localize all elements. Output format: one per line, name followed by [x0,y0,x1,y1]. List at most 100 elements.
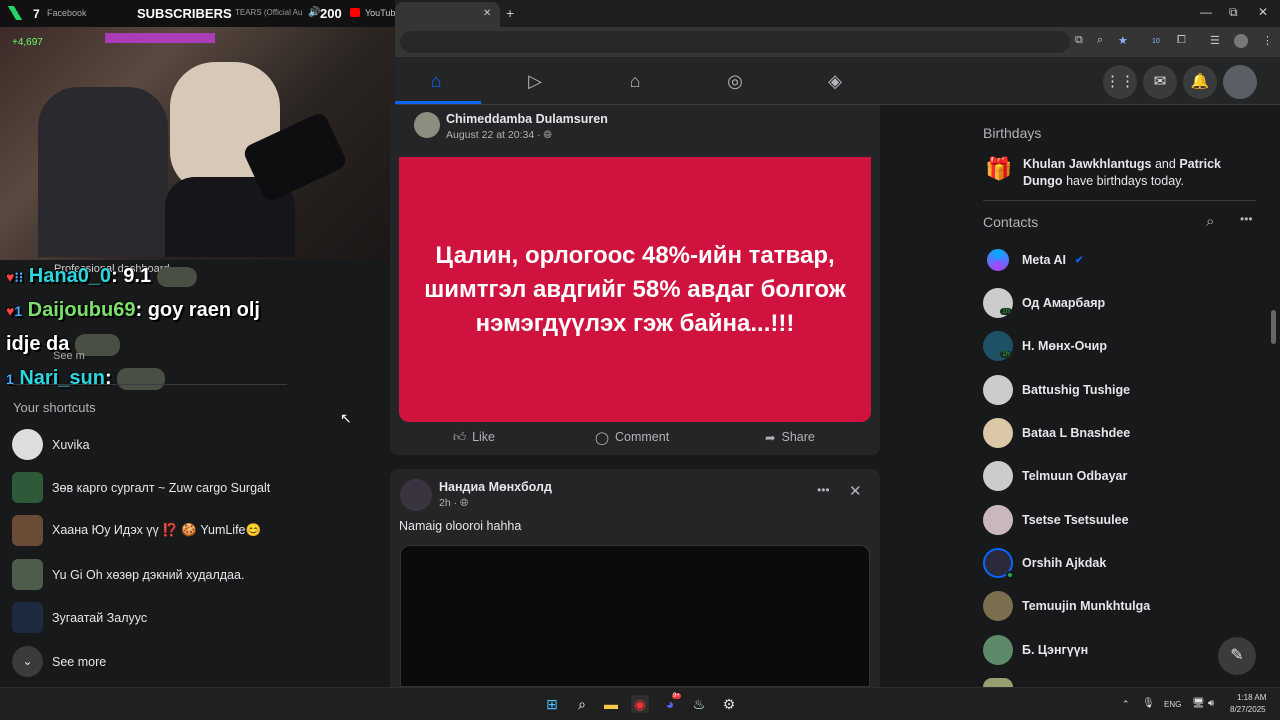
stream-top-bar: 7 Facebook SUBSCRIBERS TEARS (Official A… [0,0,400,27]
close-window-button[interactable]: ✕ [1258,5,1268,19]
tab-count: 7 [33,7,40,21]
chat-message: goy raen olj [147,299,260,321]
windows-start-icon[interactable]: ⊞ [543,695,561,713]
contact-avatar [983,375,1013,405]
account-avatar[interactable] [1223,65,1257,99]
comment-button[interactable]: ◯ Comment [595,430,669,445]
clock-date[interactable]: 8/27/2025 [1230,705,1266,714]
like-button[interactable]: 👍︎ Like [453,430,495,445]
shortcut-item[interactable]: Yu Gi Oh хөзөр дэкний худалдаа. [12,559,244,590]
streamer-webcam-image: +4,697 [0,27,395,260]
post-author-name[interactable]: Chimeddamba Dulamsuren [446,112,608,126]
contact-item[interactable]: Tsetse Tsetsuulee [983,505,1129,535]
chat-line: ♥⁝⁝ Hana0_0: 9.1 [6,265,197,288]
network-icon[interactable]: 🖥︎ [1192,698,1205,709]
app-icon[interactable]: ⚙ [720,695,738,713]
see-more-button[interactable]: ⌄ See more [12,646,106,677]
post-author-avatar[interactable] [414,112,440,138]
meta-ai-icon [983,245,1013,275]
share-label: Share [781,430,815,444]
active-tab-indicator [395,101,481,104]
chat-username: Nari_sun [19,367,105,389]
steam-icon[interactable]: ♨ [690,695,708,713]
post-author-name[interactable]: Нандиа Мөнхболд [439,480,552,494]
language-indicator[interactable]: ENG [1164,700,1181,709]
birthday-notice[interactable]: Khulan Jawkhlantugs and Patrick Dungo ha… [1023,156,1263,190]
new-message-icon[interactable]: ✎ [1218,637,1256,675]
tab-facebook-label[interactable]: Facebook [47,8,87,18]
divider [983,200,1256,201]
post-timestamp[interactable]: 2h · 🌐︎ [439,497,468,510]
notifications-bell-icon[interactable]: 🔔 [1183,65,1217,99]
verified-badge-icon: ✔ [1075,254,1084,266]
contact-name: Telmuun Odbayar [1022,469,1128,483]
contact-name: Bataa L Bnashdee [1022,426,1131,440]
see-more-overlap: See m [53,350,85,362]
file-explorer-icon[interactable]: ▬ [602,695,620,713]
shortcut-item[interactable]: Xuvika [12,429,90,460]
post-close-icon[interactable]: ✕ [849,482,862,500]
shortcut-item[interactable]: Зөв карго сургалт ~ Zuw cargo Surgalt [12,472,270,503]
zoom-icon[interactable]: ⌕ [1097,34,1103,47]
new-tab-button[interactable]: + [506,5,514,21]
shortcut-item[interactable]: Хаана Юу Идэх үү ⁉️ 🍪 YumLife😊 [12,515,261,546]
video-icon[interactable]: ▷ [523,69,547,93]
contact-item[interactable]: Temuujin Munkhtulga [983,591,1150,621]
messenger-icon[interactable]: ✉ [1143,65,1177,99]
contact-item[interactable]: Battushig Tushige [983,375,1130,405]
clock-time[interactable]: 1:18 AM [1237,693,1266,702]
groups-icon[interactable]: ◎ [723,69,747,93]
birthday-person[interactable]: Khulan Jawkhlantugs [1023,157,1152,171]
tab-close-button[interactable]: ✕ [483,8,491,19]
contact-name: Temuujin Munkhtulga [1022,599,1151,613]
comment-icon: ◯ [595,431,609,445]
post-more-options-icon[interactable]: ••• [817,483,830,497]
post-video[interactable] [400,545,870,687]
more-options-icon[interactable]: ••• [1240,212,1253,226]
chrome-icon[interactable]: ◉ [631,695,649,713]
minimize-button[interactable]: — [1200,5,1212,19]
share-button[interactable]: ➦ Share [765,430,815,445]
tray-overflow-icon[interactable]: ⌃ [1122,699,1130,710]
subscribers-label: SUBSCRIBERS [137,6,232,21]
gaming-chair [38,87,168,257]
profile-avatar[interactable] [1234,34,1248,48]
contact-item[interactable]: Orshih Ajkdak [983,548,1106,578]
chat-username: Daijoubu69 [27,299,136,321]
gaming-icon[interactable]: ◈ [823,69,847,93]
home-icon[interactable]: ⌂ [424,69,448,93]
shortcut-item[interactable]: Зугаатай Залуус [12,602,147,633]
scrollbar-thumb[interactable] [1271,310,1276,344]
browser-menu-icon[interactable]: ⋮ [1262,34,1273,47]
contact-item[interactable]: Meta AI ✔ [983,245,1083,275]
search-icon[interactable]: ⌕ [1206,213,1214,230]
contact-avatar [983,635,1013,665]
active-time-badge: 1h [1000,308,1012,315]
post-image[interactable]: Цалин, орлогоос 48%-ийн татвар, шимтгэл … [399,157,871,422]
marketplace-icon[interactable]: ⌂ [623,69,647,93]
post-timestamp[interactable]: August 22 at 20:34 · 🌐︎ [446,129,552,142]
tab-youtube-active[interactable]: ✕ [395,2,500,27]
volume-icon[interactable]: 🔊︎ [1208,698,1214,709]
extensions-icon[interactable]: ⧠ [1177,34,1186,47]
microphone-icon[interactable]: 🎙︎ [1142,698,1155,709]
bookmark-star-icon[interactable]: ★ [1118,34,1128,47]
contact-name: Meta AI [1022,253,1066,267]
address-bar[interactable] [400,31,1070,53]
reading-list-icon[interactable]: ☰ [1210,34,1220,47]
shortcut-label: Зугаатай Залуус [52,610,148,625]
install-app-icon[interactable]: ⧉ [1075,34,1083,47]
post-time-text: 2h · [439,497,461,509]
shortcut-label: Хаана Юу Идэх үү ⁉️ 🍪 YumLife😊 [52,523,262,537]
contact-item[interactable]: Б. Цэнгүүн [983,635,1088,665]
post-author-avatar[interactable] [400,479,432,511]
shortcut-avatar [12,472,43,503]
contact-item[interactable]: Bataa L Bnashdee [983,418,1130,448]
maximize-button[interactable]: ⧉ [1229,5,1238,20]
search-icon[interactable]: ⌕ [573,695,591,713]
stream-logo-icon [4,6,26,20]
menu-grid-icon[interactable]: ⋮⋮ [1103,65,1137,99]
contact-name: Од Амарбаяр [1022,296,1106,310]
contact-item[interactable]: Telmuun Odbayar [983,461,1127,491]
birthday-tail: have birthdays today. [1066,174,1184,188]
